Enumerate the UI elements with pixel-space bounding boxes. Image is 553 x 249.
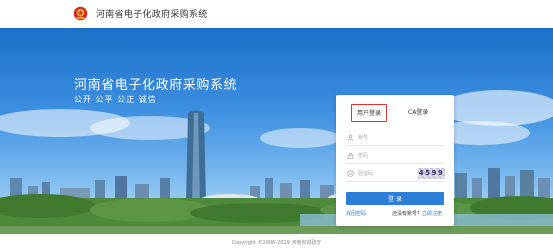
hero-title: 河南省电子化政府采购系统 bbox=[74, 78, 238, 93]
no-account-text: 还没有账号？ bbox=[392, 211, 423, 217]
tab-user-login[interactable]: 用户登录 bbox=[351, 104, 388, 122]
tab-ca-login[interactable]: CA登录 bbox=[408, 107, 428, 116]
account-field bbox=[346, 132, 444, 146]
login-button[interactable]: 登 录 bbox=[346, 192, 444, 205]
hero-banner: 河南省电子化政府采购系统 公开 公平 公正 诚信 用户登录 CA登录 账号 验证… bbox=[0, 28, 553, 234]
national-emblem-icon bbox=[73, 6, 88, 21]
captcha-input[interactable] bbox=[358, 168, 403, 180]
password-input[interactable] bbox=[358, 150, 438, 162]
password-field bbox=[346, 150, 444, 164]
captcha-image[interactable]: 4599 bbox=[418, 168, 445, 179]
register-link[interactable]: 立即注册 bbox=[422, 210, 442, 217]
user-icon bbox=[347, 134, 354, 141]
forgot-password-link[interactable]: 找回密码 bbox=[346, 210, 366, 217]
lock-icon bbox=[347, 152, 354, 159]
footer: Copyright ©2006-2019 河南省财政厅 bbox=[0, 234, 553, 249]
site-title: 河南省电子化政府采购系统 bbox=[96, 10, 208, 20]
shield-icon bbox=[347, 170, 354, 177]
login-tabs: 用户登录 CA登录 bbox=[336, 95, 454, 125]
copyright-text: Copyright ©2006-2019 河南省财政厅 bbox=[231, 240, 322, 246]
account-input[interactable] bbox=[358, 132, 438, 144]
top-header: 河南省电子化政府采购系统 bbox=[0, 0, 553, 29]
city-skyline-illustration bbox=[0, 90, 553, 234]
hero-slogan: 公开 公平 公正 诚信 bbox=[74, 95, 157, 104]
login-panel: 用户登录 CA登录 4599 登 录 bbox=[336, 95, 454, 226]
